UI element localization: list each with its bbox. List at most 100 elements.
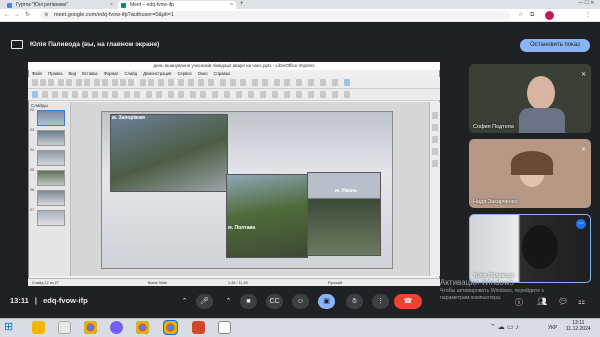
more-options-icon[interactable]: ⋯	[576, 219, 586, 229]
raise-hand-button[interactable]: ✋︎	[346, 294, 363, 309]
toolbar-icon[interactable]	[190, 91, 196, 98]
toolbar-icon[interactable]	[212, 91, 218, 98]
windows-start-icon[interactable]: ⊞	[4, 321, 17, 334]
toolbar-icon[interactable]	[124, 91, 130, 98]
forward-icon[interactable]: →	[14, 11, 20, 20]
toolbar-icon[interactable]	[112, 79, 118, 86]
toolbar-icon[interactable]	[208, 79, 214, 86]
menu-item-help[interactable]: Справка	[214, 71, 230, 76]
toolbar-icon[interactable]	[284, 79, 290, 86]
menu-item-insert[interactable]: Вставка	[82, 71, 98, 76]
properties-icon[interactable]	[432, 112, 438, 119]
toolbar-icon[interactable]	[296, 79, 302, 86]
toolbar-icon[interactable]	[102, 91, 108, 98]
powerpoint-icon[interactable]	[192, 321, 205, 334]
toolbar-icon[interactable]	[134, 91, 140, 98]
system-tray-icons[interactable]: ⌃ ☁ ▭ ♪	[490, 323, 519, 331]
animation-icon[interactable]	[432, 160, 438, 167]
toolbar-icon[interactable]	[42, 91, 48, 98]
toolbar-icon[interactable]	[66, 79, 72, 86]
toolbar-icon[interactable]	[344, 79, 350, 86]
close-icon[interactable]: ×	[110, 1, 113, 9]
toolbar-icon[interactable]	[146, 91, 152, 98]
people-icon[interactable]: 👥︎	[537, 297, 547, 306]
participant-tile-nadia[interactable]: ✕ Надя Захарченко	[469, 139, 591, 208]
menu-item-slideshow[interactable]: Демонстрация	[143, 71, 171, 76]
toolbar-icon[interactable]	[248, 91, 254, 98]
file-explorer-icon[interactable]	[32, 321, 45, 334]
toolbar-icon[interactable]	[62, 91, 68, 98]
toolbar-icon[interactable]	[158, 79, 164, 86]
toolbar-icon[interactable]	[320, 91, 326, 98]
chrome-icon[interactable]	[136, 321, 149, 334]
tab-yuni-ryativnyky[interactable]: Гурток "Юні рятівники" ×	[4, 1, 116, 9]
toolbar-icon[interactable]	[148, 79, 154, 86]
toolbar-icon[interactable]	[140, 79, 146, 86]
camera-chevron-icon[interactable]: ⌃	[220, 294, 237, 309]
toolbar-icon[interactable]	[112, 91, 118, 98]
toolbar-icon[interactable]	[260, 91, 266, 98]
toolbar-icon[interactable]	[178, 79, 184, 86]
toolbar-icon[interactable]	[48, 79, 54, 86]
toolbar-icon[interactable]	[198, 79, 204, 86]
toolbar-icon[interactable]	[178, 91, 184, 98]
tab-meet[interactable]: Meet – edq-fvow-ifp ×	[118, 1, 236, 9]
toolbar-icon[interactable]	[320, 79, 326, 86]
reload-icon[interactable]: ↻	[25, 11, 30, 20]
toolbar-icon[interactable]	[308, 79, 314, 86]
toolbar-icon[interactable]	[344, 91, 350, 98]
toolbar-icon[interactable]	[332, 79, 338, 86]
present-button[interactable]: ▣	[318, 294, 335, 309]
participant-tile-yulia[interactable]: ⋯ Юлія Паливода	[469, 214, 591, 283]
toolbar-icon[interactable]	[332, 91, 338, 98]
select-tool-icon[interactable]	[32, 91, 38, 98]
toolbar-icon[interactable]	[168, 79, 174, 86]
gallery-icon[interactable]	[432, 136, 438, 143]
toolbar-icon[interactable]	[82, 91, 88, 98]
toolbar-icon[interactable]	[32, 79, 38, 86]
slide-thumbnail[interactable]	[37, 150, 65, 166]
emoji-button[interactable]: ☺	[292, 294, 309, 309]
more-options-button[interactable]: ⋮	[372, 294, 389, 309]
stop-presenting-button[interactable]: Остановить показ	[520, 39, 590, 52]
menu-item-slide[interactable]: Слайд	[124, 71, 137, 76]
chrome-icon[interactable]	[84, 321, 97, 334]
current-slide[interactable]: м. Запоріжжя м. Полтава м. Умань	[101, 111, 393, 269]
slide-thumbnail[interactable]	[37, 210, 65, 226]
navigator-icon[interactable]	[432, 148, 438, 155]
document-icon[interactable]	[218, 321, 231, 334]
toolbar-icon[interactable]	[188, 79, 194, 86]
toolbar-icon[interactable]	[156, 91, 162, 98]
slide-thumbnail[interactable]	[37, 170, 65, 186]
back-icon[interactable]: ←	[4, 11, 10, 20]
toolbar-icon[interactable]	[52, 91, 58, 98]
toolbar-icon[interactable]	[200, 91, 206, 98]
captions-chevron-icon[interactable]: ⌃	[176, 294, 193, 309]
toolbar-icon[interactable]	[308, 91, 314, 98]
toolbar-icon[interactable]	[94, 79, 100, 86]
toolbar-icon[interactable]	[224, 91, 230, 98]
chat-icon[interactable]: 💬︎	[558, 297, 568, 306]
menu-item-view[interactable]: Вид	[68, 71, 76, 76]
menu-item-edit[interactable]: Правка	[48, 71, 62, 76]
toolbar-icon[interactable]	[128, 79, 134, 86]
toolbar-icon[interactable]	[84, 79, 90, 86]
toolbar-icon[interactable]	[262, 79, 268, 86]
camera-button[interactable]: ■	[240, 294, 257, 309]
chrome-icon-active[interactable]	[163, 320, 178, 335]
captions-button[interactable]: CC	[266, 294, 283, 309]
close-icon[interactable]: ×	[230, 1, 233, 9]
language-indicator[interactable]: УКР	[548, 325, 557, 331]
menu-item-window[interactable]: Окно	[198, 71, 208, 76]
viber-icon[interactable]	[110, 321, 123, 334]
menu-icon[interactable]: ⋮	[585, 11, 591, 20]
toolbar-icon[interactable]	[120, 79, 126, 86]
profile-avatar[interactable]	[545, 11, 554, 20]
puzzle-icon[interactable]: ⧉	[530, 11, 534, 20]
app-icon[interactable]	[58, 321, 71, 334]
leave-call-button[interactable]: ☎	[394, 294, 422, 309]
activities-icon[interactable]: ⚏	[578, 297, 585, 306]
slide-thumbnail[interactable]	[37, 190, 65, 206]
toolbar-icon[interactable]	[240, 79, 246, 86]
site-info-icon[interactable]: ⚙	[44, 11, 48, 20]
